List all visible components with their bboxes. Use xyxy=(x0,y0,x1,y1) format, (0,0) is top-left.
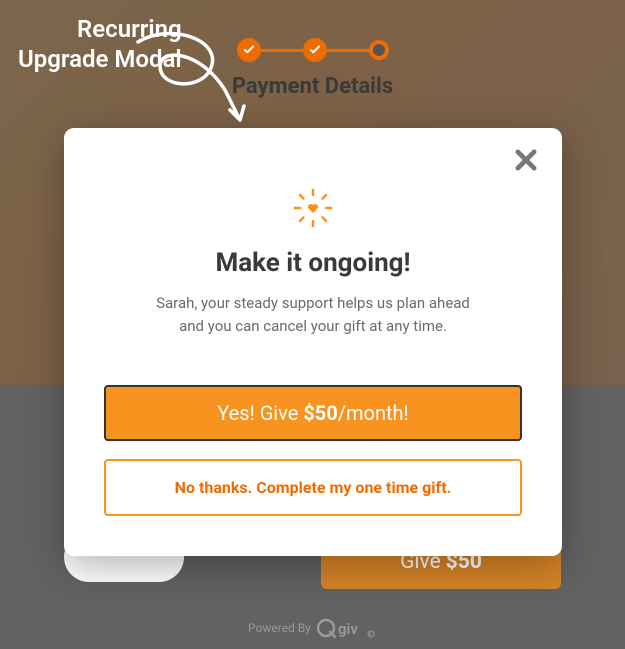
yes-recurring-button[interactable]: Yes! Give $50 /month! xyxy=(104,385,522,442)
secondary-label: No thanks. Complete my one time gift. xyxy=(175,478,452,497)
stepper-current-label: Payment Details xyxy=(0,74,625,99)
svg-text:giv: giv xyxy=(338,620,358,638)
primary-suffix: /month! xyxy=(338,401,409,425)
step-connector xyxy=(327,49,369,52)
step-3-current xyxy=(369,40,389,60)
check-icon xyxy=(308,43,322,57)
annotation-line2: Upgrade Modal xyxy=(18,44,182,74)
modal-title: Make it ongoing! xyxy=(215,248,410,278)
step-2-done xyxy=(303,38,327,62)
primary-prefix: Yes! Give xyxy=(217,401,298,425)
modal-body: Sarah, your steady support helps us plan… xyxy=(143,292,483,339)
step-connector xyxy=(261,49,303,52)
svg-text:R: R xyxy=(368,633,371,639)
heart-burst-icon xyxy=(293,188,333,228)
qgiv-logo-icon: giv R xyxy=(317,617,377,639)
close-button[interactable] xyxy=(512,146,540,174)
close-icon xyxy=(512,146,540,174)
annotation-line1: Recurring xyxy=(18,14,182,44)
powered-by-text: Powered By xyxy=(248,621,311,635)
powered-by: Powered By giv R xyxy=(0,617,625,639)
no-thanks-button[interactable]: No thanks. Complete my one time gift. xyxy=(104,459,522,516)
step-1-done xyxy=(237,38,261,62)
check-icon xyxy=(242,43,256,57)
annotation-label: Recurring Upgrade Modal xyxy=(18,14,182,74)
recurring-upgrade-modal: Make it ongoing! Sarah, your steady supp… xyxy=(64,128,562,556)
primary-amount: $50 xyxy=(303,401,337,425)
